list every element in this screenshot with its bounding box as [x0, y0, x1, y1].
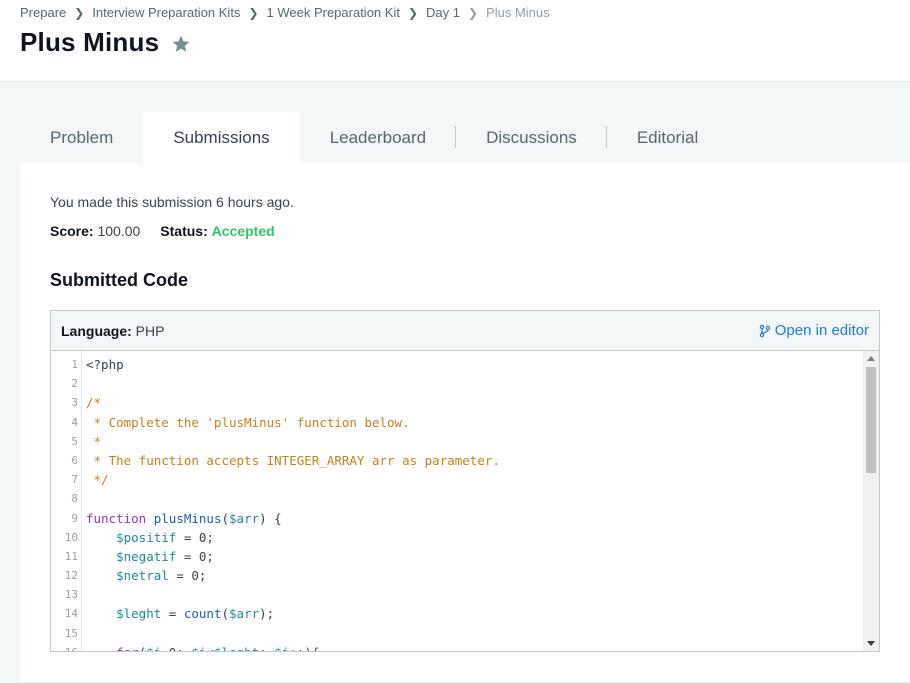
status-label: Status:: [160, 223, 208, 239]
status-value: Accepted: [211, 223, 275, 239]
branch-icon: [759, 324, 770, 337]
tab-problem[interactable]: Problem: [20, 112, 143, 164]
scrollbar-thumb[interactable]: [866, 367, 876, 473]
chevron-right-icon: ❯: [407, 5, 419, 20]
code-line: 9 function plusMinus($arr) {: [71, 510, 282, 526]
tab-editorial[interactable]: Editorial: [607, 112, 728, 164]
scroll-up-icon[interactable]: [863, 351, 879, 365]
code-line: 15: [64, 626, 78, 640]
code-lines: 1 <?php 2 3/* 4 * Complete the 'plusMinus…: [51, 355, 863, 651]
tab-discussions[interactable]: Discussions: [456, 112, 607, 164]
tab-leaderboard[interactable]: Leaderboard: [300, 112, 457, 164]
breadcrumb-current: Plus Minus: [486, 5, 550, 20]
code-line: 7 */: [71, 472, 109, 488]
page-title: Plus Minus: [20, 27, 160, 57]
breadcrumb-interview-kits[interactable]: Interview Preparation Kits: [92, 5, 240, 20]
code-header: Language: PHP Open in editor: [51, 311, 879, 351]
open-in-editor-button[interactable]: Open in editor: [758, 322, 869, 339]
code-area[interactable]: 1 <?php 2 3/* 4 * Complete the 'plusMinus…: [51, 351, 879, 651]
score-label: Score:: [50, 223, 94, 239]
code-line: 16 for($i=0; $i<$leght; $i++){: [51, 643, 863, 651]
code-line: 8: [71, 492, 78, 506]
problem-tabs: Problem Submissions Leaderboard Discussi…: [20, 112, 728, 164]
submission-info: You made this submission 6 hours ago.: [50, 194, 294, 210]
breadcrumb-week-kit[interactable]: 1 Week Preparation Kit: [267, 5, 400, 20]
chevron-right-icon: ❯: [74, 5, 85, 20]
scroll-down-icon[interactable]: [863, 637, 879, 651]
tab-submissions[interactable]: Submissions: [143, 112, 300, 164]
code-viewer: Language: PHP Open in editor 1 <?php 2 3/…: [50, 310, 880, 652]
code-line: 3/*: [71, 395, 102, 411]
breadcrumb-day[interactable]: Day 1: [426, 5, 460, 20]
code-line: 1 <?php: [71, 357, 124, 372]
code-line: 10 $positif = 0;: [64, 529, 214, 545]
open-in-editor-label: Open in editor: [774, 322, 869, 339]
code-line: 14 $leght = count($arr);: [64, 606, 275, 622]
chevron-right-icon: ❯: [248, 5, 259, 20]
code-line: 13: [64, 588, 78, 602]
code-line: 5 *: [71, 433, 102, 449]
code-line: 2: [71, 377, 78, 391]
code-line: 4 * Complete the 'plusMinus' function be…: [71, 414, 410, 430]
language-value: PHP: [135, 322, 165, 339]
breadcrumb: Prepare ❯ Interview Preparation Kits ❯ 1…: [20, 5, 550, 20]
code-line: 12 $netral = 0;: [64, 568, 207, 584]
score-value: 100.00: [97, 223, 141, 239]
star-icon[interactable]: [171, 34, 191, 54]
breadcrumb-prepare[interactable]: Prepare: [20, 5, 66, 20]
submitted-code-title: Submitted Code: [50, 270, 188, 290]
page-header: Prepare ❯ Interview Preparation Kits ❯ 1…: [0, 0, 910, 82]
code-line: 6 * The function accepts INTEGER_ARRAY a…: [71, 452, 500, 468]
submission-panel: You made this submission 6 hours ago. Sc…: [20, 163, 910, 683]
code-scrollbar[interactable]: [863, 351, 879, 651]
chevron-right-icon: ❯: [467, 5, 479, 20]
code-line: 11 $negatif = 0;: [64, 548, 214, 564]
language-label: Language:: [61, 322, 132, 339]
score-row: Score: 100.00 Status: Accepted: [50, 223, 275, 239]
